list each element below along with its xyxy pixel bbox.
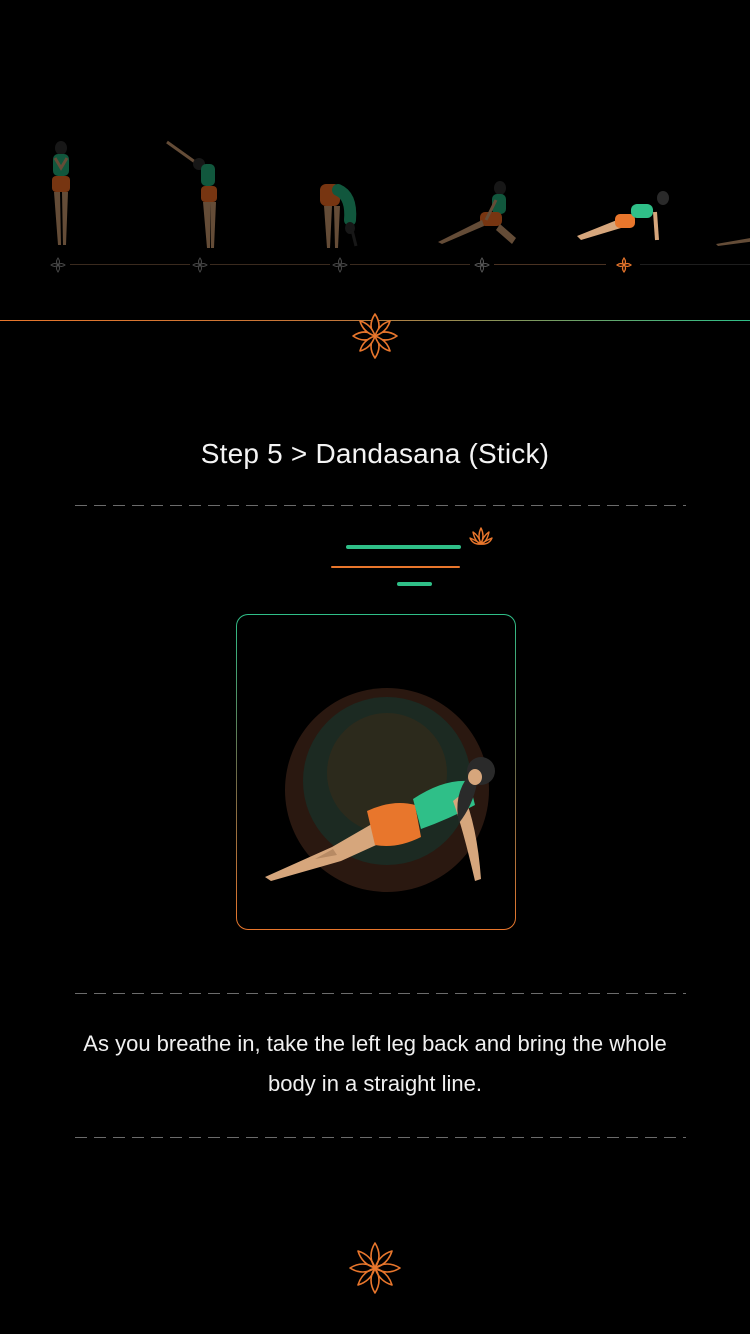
pose-3-figure <box>320 184 358 248</box>
step-instruction: As you breathe in, take the left leg bac… <box>83 1031 667 1096</box>
green-short-bar <box>397 582 432 586</box>
lotus-icon <box>469 527 493 545</box>
pose-sequence-strip <box>0 0 750 320</box>
timeline-segment <box>494 264 606 265</box>
pose-4-figure <box>438 181 516 244</box>
timeline-node-3-icon[interactable] <box>331 256 349 274</box>
pose-thumbnail-2[interactable] <box>140 125 250 250</box>
lotus-flower-icon <box>352 313 398 359</box>
pose-5-figure <box>577 191 669 241</box>
dashed-divider-middle <box>75 993 686 994</box>
timeline-node-2-icon[interactable] <box>191 256 209 274</box>
timeline-segment <box>350 264 470 265</box>
pose-image-card <box>236 614 516 930</box>
timeline-segment <box>210 264 330 265</box>
pose-6-figure <box>716 238 750 246</box>
pose-thumbnail-6[interactable] <box>712 125 750 250</box>
dashed-divider-top <box>75 505 686 506</box>
timeline-node-4-icon[interactable] <box>473 256 491 274</box>
timeline-node-1-icon[interactable] <box>49 256 67 274</box>
orange-accent-bar <box>331 566 460 568</box>
pose-thumbnail-3[interactable] <box>282 125 392 250</box>
step-title: Step 5 > Dandasana (Stick) <box>200 438 550 469</box>
pose-2-figure <box>166 140 217 248</box>
pose-thumbnail-1[interactable] <box>6 125 116 250</box>
green-accent-bar <box>346 545 461 549</box>
dashed-divider-bottom <box>75 1137 686 1138</box>
pose-thumbnail-5-current[interactable] <box>568 125 678 250</box>
pose-thumbnail-4[interactable] <box>426 125 536 250</box>
lotus-flower-icon-bottom <box>349 1242 401 1294</box>
dandasana-illustration <box>265 688 495 892</box>
timeline-segment <box>70 264 190 265</box>
pose-1-figure <box>52 141 70 245</box>
timeline-segment <box>640 264 750 265</box>
timeline-node-5-current-icon[interactable] <box>615 256 633 274</box>
